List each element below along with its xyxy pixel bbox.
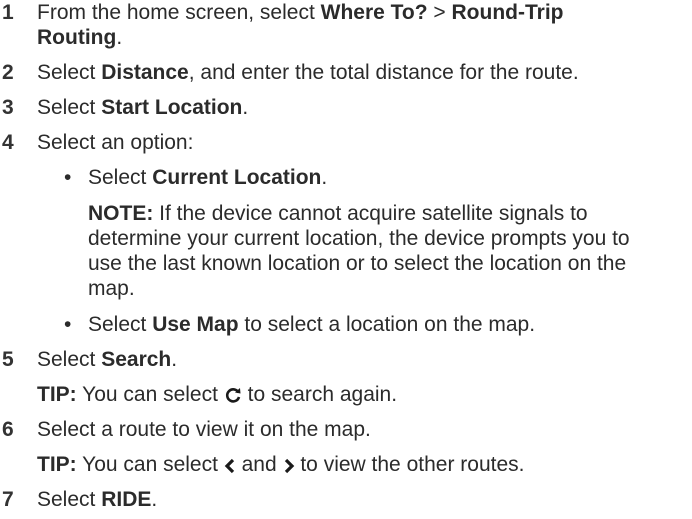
step-text-part: Select (37, 348, 102, 371)
bullet-dot: • (64, 313, 72, 336)
tip-block: TIP: You can select and to view the othe… (37, 452, 687, 480)
step-text: Select Distance, and enter the total dis… (37, 60, 687, 85)
bullet-item: Select Current Location. (88, 165, 688, 190)
step-text-line2: Routing. (37, 25, 687, 50)
round-trip-label: Round-Trip (451, 1, 564, 24)
step-text-part: . (116, 26, 123, 49)
note-block: NOTE: If the device cannot acquire satel… (88, 201, 688, 301)
note-line: use the last known location or to select… (88, 252, 627, 275)
step-number: 3 (2, 96, 14, 119)
step-text: From the home screen, select Where To? >… (37, 0, 687, 25)
note-line: map. (88, 277, 135, 300)
current-location-label: Current Location (152, 166, 322, 189)
bullet-text-part: . (321, 166, 328, 189)
refresh-icon (224, 385, 242, 410)
bullet-dot: • (64, 166, 72, 189)
tip-text: to view the other routes. (294, 453, 525, 476)
step-text-part: , and enter the total distance for the r… (188, 61, 579, 84)
note-line: determine your current location, the dev… (88, 227, 630, 250)
tip-text: You can select (76, 383, 224, 406)
step-text: Select an option: (37, 131, 194, 154)
step-text-part: Select (37, 61, 102, 84)
step-number: 7 (2, 488, 14, 511)
bullet-text-part: to select a location on the map. (238, 313, 536, 336)
bullet-item: Select Use Map to select a location on t… (88, 312, 688, 337)
step-text-part: From the home screen, select (37, 1, 321, 24)
where-to-label: Where To? (320, 1, 428, 24)
step-number: 4 (2, 131, 14, 154)
tip-text: You can select (76, 453, 224, 476)
step-text: Select RIDE. (37, 487, 687, 512)
search-label: Search (101, 348, 172, 371)
tip-text: and (235, 453, 283, 476)
separator: > (427, 1, 452, 24)
step-text-part: . (151, 488, 158, 511)
tip-label: TIP: (37, 453, 77, 476)
step-text-part: Select (37, 488, 102, 511)
step-text: Select a route to view it on the map. (37, 418, 371, 441)
tip-text: to search again. (241, 383, 398, 406)
step-number: 1 (2, 1, 14, 24)
bullet-text-part: Select (88, 166, 153, 189)
step-number: 5 (2, 348, 14, 371)
chevron-right-icon (283, 455, 295, 480)
step-text: Select Start Location. (37, 95, 687, 120)
tip-block: TIP: You can select to search again. (37, 382, 687, 410)
note-label: NOTE: (88, 202, 154, 225)
note-line: NOTE: If the device cannot acquire satel… (88, 201, 688, 226)
routing-label: Routing (37, 26, 117, 49)
step-text-part: . (242, 96, 249, 119)
tip-label: TIP: (37, 383, 77, 406)
ride-label: RIDE (101, 488, 152, 511)
instructions-page: 1 From the home screen, select Where To?… (0, 0, 692, 519)
step-text-part: . (171, 348, 178, 371)
step-text: Select Search. (37, 347, 687, 372)
bullet-text-part: Select (88, 313, 153, 336)
step-number: 2 (2, 61, 14, 84)
distance-label: Distance (101, 61, 189, 84)
start-location-label: Start Location (101, 96, 243, 119)
step-number: 6 (2, 418, 14, 441)
step-text-part: Select (37, 96, 102, 119)
note-text: If the device cannot acquire satellite s… (153, 202, 588, 225)
use-map-label: Use Map (152, 313, 239, 336)
chevron-left-icon (224, 455, 236, 480)
